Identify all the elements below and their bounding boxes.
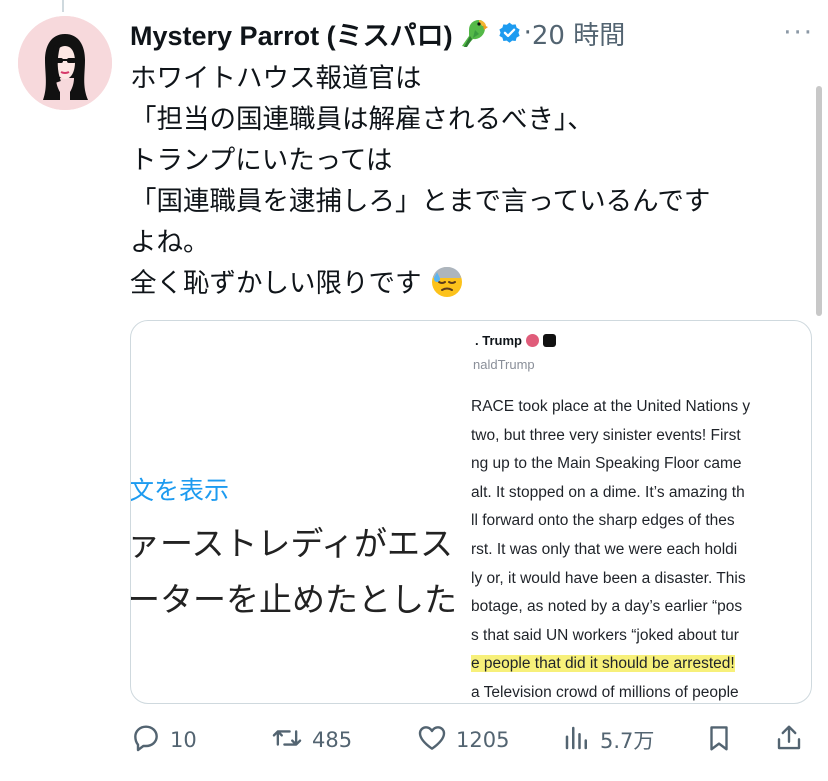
like-count: 1205 xyxy=(456,728,510,752)
media-left-panel: 文を表示 ァーストレディがエス ーターを止めたとした xyxy=(131,321,469,703)
verified-badge-icon xyxy=(497,21,522,46)
media-caption-line: ァーストレディがエス xyxy=(130,524,454,563)
tweet-action-bar: 10 485 1205 5.7万 xyxy=(130,718,808,762)
embedded-post-line: ng up to the Main Speaking Floor came xyxy=(471,455,742,473)
embedded-post-line: alt. It stopped on a dime. It’s amazing … xyxy=(471,483,745,501)
author-display-name[interactable]: Mystery Parrot (ミスパロ) xyxy=(130,14,453,53)
show-original-link[interactable]: 文を表示 xyxy=(131,471,229,507)
bookmark-button[interactable] xyxy=(704,718,734,762)
avatar-illustration xyxy=(18,16,112,110)
tweet-line: 「国連職員を逮捕しろ」とまで言っているんです xyxy=(130,186,711,217)
bar-chart-icon xyxy=(562,722,592,758)
reply-button[interactable]: 10 xyxy=(130,718,197,762)
embedded-post-line: s that said UN workers “joked about tur xyxy=(471,626,739,644)
embedded-post-screenshot: . Trump naldTrump RACE took place at the… xyxy=(469,321,811,703)
downcast-sweat-face-emoji-icon xyxy=(430,264,464,310)
more-options-button[interactable]: ··· xyxy=(783,18,814,48)
views-button[interactable]: 5.7万 xyxy=(562,718,654,762)
embedded-post-line: a Television crowd of millions of people xyxy=(471,683,739,701)
header-separator: · xyxy=(523,18,532,48)
embedded-post-handle: naldTrump xyxy=(473,357,535,372)
embedded-post-line: RACE took place at the United Nations y xyxy=(471,398,751,415)
parrot-emoji-icon xyxy=(457,16,491,50)
highlighted-text: e people that did it should be arrested! xyxy=(471,655,735,673)
embedded-post-author: . Trump xyxy=(475,333,556,348)
embedded-post-line: rst. It was only that we were each holdi xyxy=(471,540,738,558)
media-caption-line: ーターを止めたとした xyxy=(130,580,457,619)
embedded-author-name: . Trump xyxy=(475,333,522,348)
repost-icon xyxy=(270,722,304,758)
page-scrollbar[interactable] xyxy=(816,86,822,316)
tweet-line: ホワイトハウス報道官は xyxy=(130,63,422,94)
tweet-line: トランプにいたっては xyxy=(130,145,393,176)
share-button[interactable] xyxy=(774,718,804,762)
tweet-timestamp[interactable]: 20 時間 xyxy=(532,15,625,52)
embedded-post-line-highlighted: e people that did it should be arrested! xyxy=(471,650,750,679)
reply-icon xyxy=(130,722,162,758)
tweet-text: ホワイトハウス報道官は 「担当の国連職員は解雇されるべき」、 トランプにいたって… xyxy=(130,58,810,310)
avatar[interactable] xyxy=(18,16,112,110)
like-button[interactable]: 1205 xyxy=(416,718,509,762)
bookmark-icon xyxy=(704,722,734,758)
embedded-post-line: ll forward onto the sharp edges of thes xyxy=(471,512,735,530)
embedded-post-line: botage, as noted by a day’s earlier “pos xyxy=(471,598,743,616)
embedded-post-line: two, but three very sinister events! Fir… xyxy=(471,426,741,444)
embedded-badge-icon xyxy=(525,334,539,347)
repost-count: 485 xyxy=(312,728,353,752)
embedded-square-icon xyxy=(542,334,556,347)
thread-connector-line xyxy=(62,0,64,12)
tweet-line: 全く恥ずかしい限りです xyxy=(130,268,422,299)
tweet-line: 「担当の国連職員は解雇されるべき」、 xyxy=(130,104,594,135)
repost-button[interactable]: 485 xyxy=(270,718,352,762)
views-count: 5.7万 xyxy=(600,729,655,753)
tweet-line-last: 全く恥ずかしい限りです xyxy=(130,263,810,310)
share-icon xyxy=(774,722,804,758)
media-attachment[interactable]: 文を表示 ァーストレディがエス ーターを止めたとした . Trump naldT… xyxy=(130,320,812,704)
embedded-post-line: ly or, it would have been a disaster. Th… xyxy=(471,569,746,587)
reply-count: 10 xyxy=(170,728,197,752)
tweet-header: Mystery Parrot (ミスパロ) · 20 時間 ··· xyxy=(130,12,814,54)
tweet-line: よね。 xyxy=(130,227,210,258)
heart-icon xyxy=(416,722,448,758)
embedded-post-body: RACE took place at the United Nations y … xyxy=(471,393,750,703)
